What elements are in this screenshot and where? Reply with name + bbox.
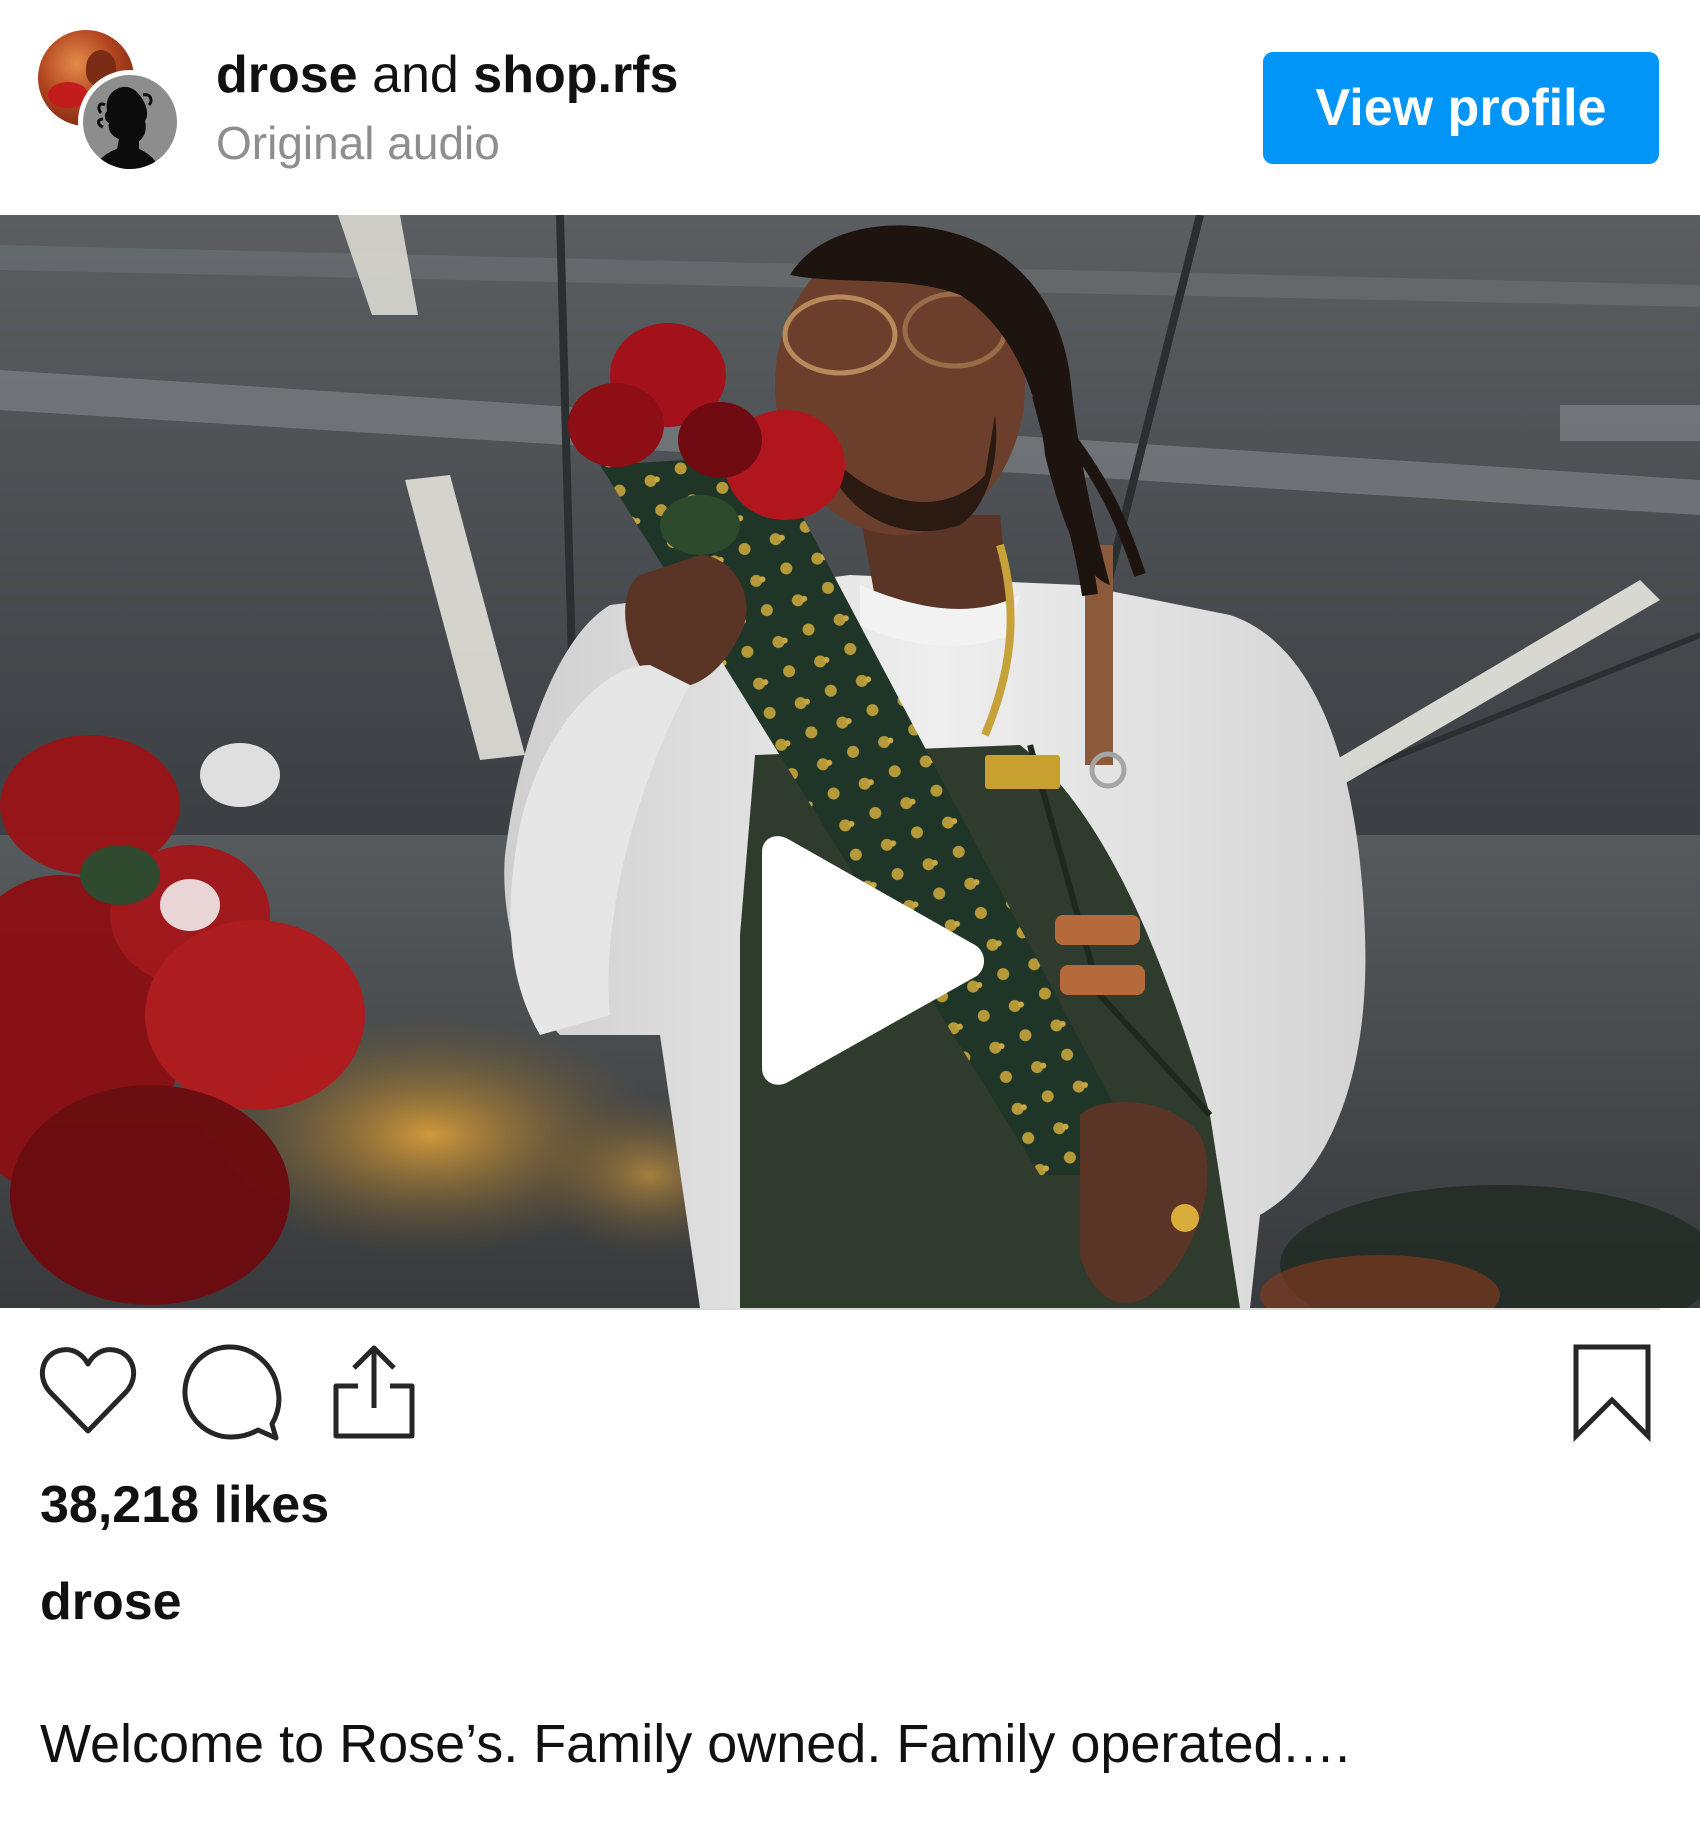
authors-conjunction: and — [372, 46, 459, 104]
media-divider — [40, 1308, 1660, 1310]
author-link-shop-rfs[interactable]: shop.rfs — [473, 46, 678, 104]
avatar-shop-rfs[interactable] — [78, 70, 182, 174]
audio-label[interactable]: Original audio — [216, 116, 500, 170]
view-profile-button[interactable]: View profile — [1263, 52, 1659, 164]
post-header: drose and shop.rfs Original audio View p… — [0, 0, 1700, 215]
post-authors: drose and shop.rfs — [216, 45, 678, 105]
collab-avatars[interactable] — [38, 30, 183, 175]
video-frame — [0, 215, 1700, 1308]
likes-count[interactable]: 38,218 likes — [40, 1475, 329, 1535]
caption-username[interactable]: drose — [40, 1572, 182, 1632]
bookmark-icon[interactable] — [1570, 1342, 1654, 1443]
play-icon — [762, 836, 984, 1085]
heart-icon[interactable] — [38, 1345, 138, 1437]
share-icon[interactable] — [328, 1342, 420, 1442]
comment-icon[interactable] — [180, 1342, 282, 1442]
caption-text[interactable]: Welcome to Rose’s. Family owned. Family … — [40, 1712, 1353, 1776]
play-button[interactable] — [740, 830, 990, 1090]
video-player[interactable] — [0, 215, 1700, 1308]
author-link-drose[interactable]: drose — [216, 46, 358, 104]
silhouette-icon — [95, 86, 159, 169]
